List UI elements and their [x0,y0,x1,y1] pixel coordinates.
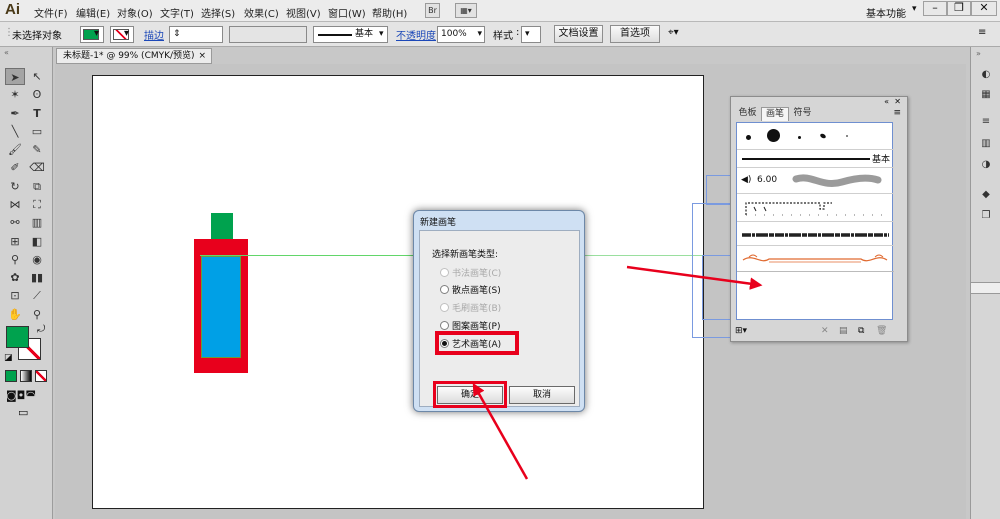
arrow-to-ok-button [472,382,529,480]
arrow-to-brush-panel [626,265,763,290]
fill-swatch[interactable] [6,326,29,348]
annotation-arrows [472,265,763,480]
